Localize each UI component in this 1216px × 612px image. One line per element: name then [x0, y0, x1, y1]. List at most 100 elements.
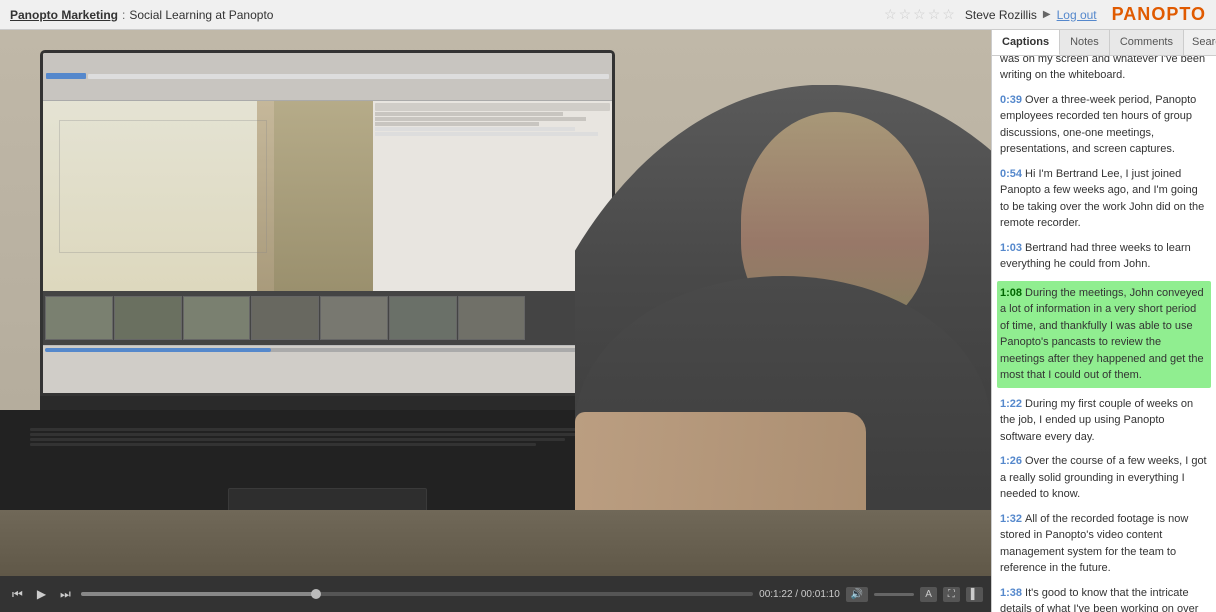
tab-notes[interactable]: Notes: [1060, 30, 1110, 55]
transcript-text: All of the recorded footage is now store…: [1000, 513, 1188, 575]
star-3[interactable]: ☆: [913, 6, 926, 23]
transcript-content: 0:03Hi I'm John Ketchpaw and this Friday…: [992, 56, 1216, 612]
star-2[interactable]: ☆: [899, 6, 912, 23]
thumbnail-5: [320, 296, 388, 341]
whiteboard-lines: [59, 120, 267, 253]
logo-text-1: PAN: [1112, 4, 1152, 24]
transcript-timestamp[interactable]: 0:54: [1000, 168, 1022, 180]
thumbnail-1: [45, 296, 113, 341]
volume-button[interactable]: 🔊: [846, 587, 868, 602]
video-container[interactable]: [0, 30, 991, 576]
video-title: Social Learning at Panopto: [129, 8, 273, 22]
play-button[interactable]: ▶: [33, 585, 50, 603]
panopto-logo: PANOPTO: [1112, 4, 1206, 25]
transcript-timestamp[interactable]: 1:32: [1000, 513, 1022, 525]
person-in-video: [257, 101, 372, 291]
progress-handle[interactable]: [311, 589, 321, 599]
app-top-bar: [43, 53, 612, 101]
time-display: 00:1:22 / 00:01:10: [759, 589, 840, 600]
tab-comments[interactable]: Comments: [1110, 30, 1184, 55]
trackpad: [228, 488, 426, 512]
app-video: [43, 101, 373, 291]
keyboard-row4: [30, 443, 536, 446]
skip-fwd-button[interactable]: ⏭: [56, 585, 75, 604]
tab-search[interactable]: Search: [1184, 30, 1216, 55]
transcript-timestamp[interactable]: 0:39: [1000, 94, 1022, 106]
app-sidebar-line1: [375, 112, 563, 116]
username: Steve Rozillis: [965, 8, 1037, 22]
app-progress-bar: [45, 348, 610, 352]
logout-link[interactable]: Log out: [1057, 8, 1097, 22]
transcript-text: In those meetings we've been using the P…: [1000, 56, 1205, 81]
transcript-entry: 1:22During my first couple of weeks on t…: [1000, 396, 1208, 446]
transcript-text: During my first couple of weeks on the j…: [1000, 398, 1193, 443]
transcript-text: Bertrand had three weeks to learn everyt…: [1000, 242, 1191, 271]
channel-link[interactable]: Panopto Marketing: [10, 8, 118, 22]
app-sidebar-line5: [375, 132, 598, 136]
webcam-lens: [302, 50, 308, 51]
star-1[interactable]: ☆: [884, 6, 897, 23]
transcript-timestamp[interactable]: 1:22: [1000, 398, 1022, 410]
progress-bar[interactable]: [81, 592, 753, 596]
title-separator: :: [122, 8, 125, 22]
star-5[interactable]: ☆: [942, 6, 955, 23]
laptop-app-screen: [43, 53, 612, 393]
transcript-entry: 1:26Over the course of a few weeks, I go…: [1000, 453, 1208, 503]
video-area: ⏮ ▶ ⏭ 00:1:22 / 00:01:10 🔊 A ⛶ ▌: [0, 30, 991, 612]
fullscreen-button[interactable]: ⛶: [943, 587, 960, 602]
transcript-tabs: Captions Notes Comments Search ▶: [992, 30, 1216, 56]
keyboard-row2: [30, 433, 595, 436]
keyboard-rows: [30, 428, 625, 446]
app-progress-fill: [45, 348, 271, 352]
user-area: Steve Rozillis ▶ Log out: [965, 8, 1097, 22]
transcript-text: Over a three-week period, Panopto employ…: [1000, 94, 1196, 156]
transcript-text: Over the course of a few weeks, I got a …: [1000, 455, 1207, 500]
thumbnail-3: [183, 296, 251, 341]
app-url-bar: [88, 74, 609, 79]
tab-captions[interactable]: Captions: [992, 30, 1060, 55]
transcript-timestamp[interactable]: 1:38: [1000, 587, 1022, 599]
thumbnail-6: [389, 296, 457, 341]
transcript-entry: 0:39Over a three-week period, Panopto em…: [1000, 92, 1208, 158]
transcript-timestamp[interactable]: 1:03: [1000, 242, 1022, 254]
transcript-entry: 1:38It's good to know that the intricate…: [1000, 585, 1208, 612]
laptop-hinge: [40, 396, 615, 410]
thumbnail-4: [251, 296, 319, 341]
transcript-entry: 0:30In those meetings we've been using t…: [1000, 56, 1208, 84]
transcript-entry: 1:03Bertrand had three weeks to learn ev…: [1000, 240, 1208, 273]
star-4[interactable]: ☆: [928, 6, 941, 23]
title-area: Panopto Marketing : Social Learning at P…: [10, 8, 884, 22]
font-button[interactable]: A: [920, 587, 937, 602]
transcript-timestamp[interactable]: 1:26: [1000, 455, 1022, 467]
volume-bar[interactable]: [874, 593, 914, 596]
keyboard-row3: [30, 438, 565, 441]
person-viewing: [575, 30, 991, 576]
app-thumbnails: [43, 291, 612, 345]
laptop-screen-bezel: [40, 50, 615, 396]
app-logo-bar: [46, 73, 86, 79]
skip-back-button[interactable]: ⏮: [8, 585, 27, 604]
app-timeline: [43, 345, 612, 393]
laptop: [40, 50, 615, 530]
progress-fill: [81, 592, 316, 596]
keyboard-row1: [30, 428, 625, 431]
transcript-entry: 0:54Hi I'm Bertrand Lee, I just joined P…: [1000, 166, 1208, 232]
transcript-text: Hi I'm Bertrand Lee, I just joined Panop…: [1000, 168, 1204, 230]
webcam: [293, 50, 317, 53]
app-sidebar-line3: [375, 122, 539, 126]
transcript-entry: 1:32All of the recorded footage is now s…: [1000, 511, 1208, 577]
transcript-panel: Captions Notes Comments Search ▶ 0:03Hi …: [991, 30, 1216, 612]
thumbnail-7: [458, 296, 526, 341]
video-frame: [0, 30, 991, 576]
app-sidebar-line2: [375, 117, 586, 121]
bars-button[interactable]: ▌: [966, 587, 983, 602]
transcript-text: During the meetings, John conveyed a lot…: [1000, 287, 1204, 382]
table-foreground: [0, 510, 991, 576]
control-bar: ⏮ ▶ ⏭ 00:1:22 / 00:01:10 🔊 A ⛶ ▌: [0, 576, 991, 612]
transcript-entry: 1:08During the meetings, John conveyed a…: [997, 281, 1211, 388]
user-arrow-icon: ▶: [1043, 9, 1051, 20]
logo-text-2: OPTO: [1151, 4, 1206, 24]
topbar: Panopto Marketing : Social Learning at P…: [0, 0, 1216, 30]
star-rating[interactable]: ☆ ☆ ☆ ☆ ☆: [884, 6, 955, 23]
transcript-timestamp[interactable]: 1:08: [1000, 287, 1022, 299]
